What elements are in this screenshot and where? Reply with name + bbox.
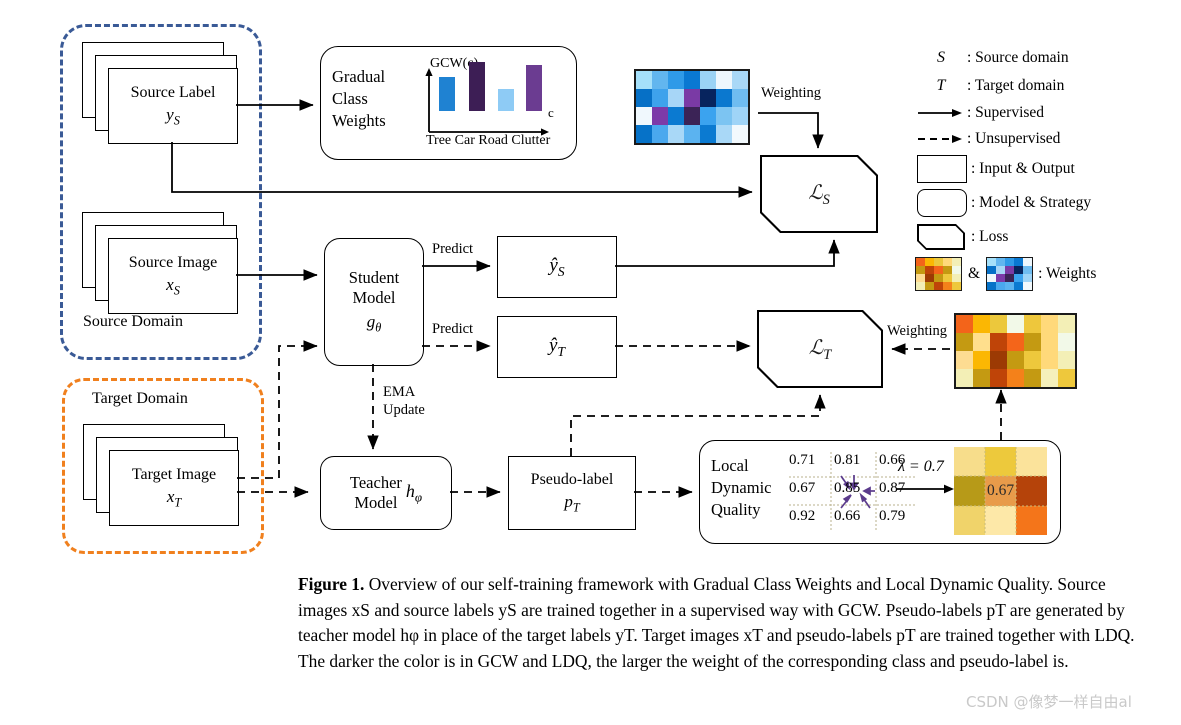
legend-item-unsupervised: : Unsupervised [915, 126, 1165, 152]
loss-shape-icon [917, 224, 965, 250]
symbol-t-icon: T [936, 77, 946, 94]
legend-label-supervised: : Supervised [967, 104, 1045, 121]
legend-label-unsupervised: : Unsupervised [967, 130, 1061, 147]
legend-label-source-domain: : Source domain [967, 49, 1069, 66]
legend-item-weights: & : Weights [915, 256, 1165, 292]
legend-label-target-domain: : Target domain [967, 77, 1065, 94]
rounded-rect-icon [917, 189, 967, 217]
weighting-label-top: Weighting [761, 85, 822, 101]
legend-label-weights: : Weights [1038, 265, 1097, 282]
ema-update-label: EMA Update [383, 383, 425, 419]
solid-arrow-icon [918, 109, 962, 117]
legend-item-source-domain: S : Source domain [915, 44, 1165, 72]
figure-caption-label: Figure 1. [298, 574, 365, 594]
legend-item-input-output: : Input & Output [915, 152, 1165, 186]
figure-caption: Figure 1. Overview of our self-training … [298, 572, 1138, 674]
legend-label-loss: : Loss [971, 228, 1009, 245]
rect-icon [917, 155, 967, 183]
dashed-arrow-icon [918, 135, 962, 143]
csdn-watermark: CSDN @像梦一样自由al [966, 693, 1132, 711]
legend-item-model-strategy: : Model & Strategy [915, 186, 1165, 220]
symbol-s-icon: S [937, 49, 945, 66]
heatmap-swatch-orange-icon [915, 257, 962, 291]
ema-label-line2: Update [383, 402, 425, 419]
predict-label-bottom: Predict [432, 321, 474, 337]
heatmap-swatch-blue-icon [986, 257, 1034, 291]
legend-label-input-output: : Input & Output [971, 160, 1075, 177]
legend: S : Source domain T : Target domain : Su… [915, 44, 1165, 292]
legend-weights-amp: & [968, 265, 981, 282]
legend-item-target-domain: T : Target domain [915, 72, 1165, 100]
legend-item-supervised: : Supervised [915, 100, 1165, 126]
ema-label-line1: EMA [383, 384, 416, 400]
predict-label-top: Predict [432, 241, 474, 257]
legend-item-loss: : Loss [915, 220, 1165, 254]
legend-label-model-strategy: : Model & Strategy [971, 194, 1092, 211]
figure-caption-body: Overview of our self-training framework … [298, 574, 1135, 671]
weighting-label-bottom: Weighting [887, 323, 948, 339]
